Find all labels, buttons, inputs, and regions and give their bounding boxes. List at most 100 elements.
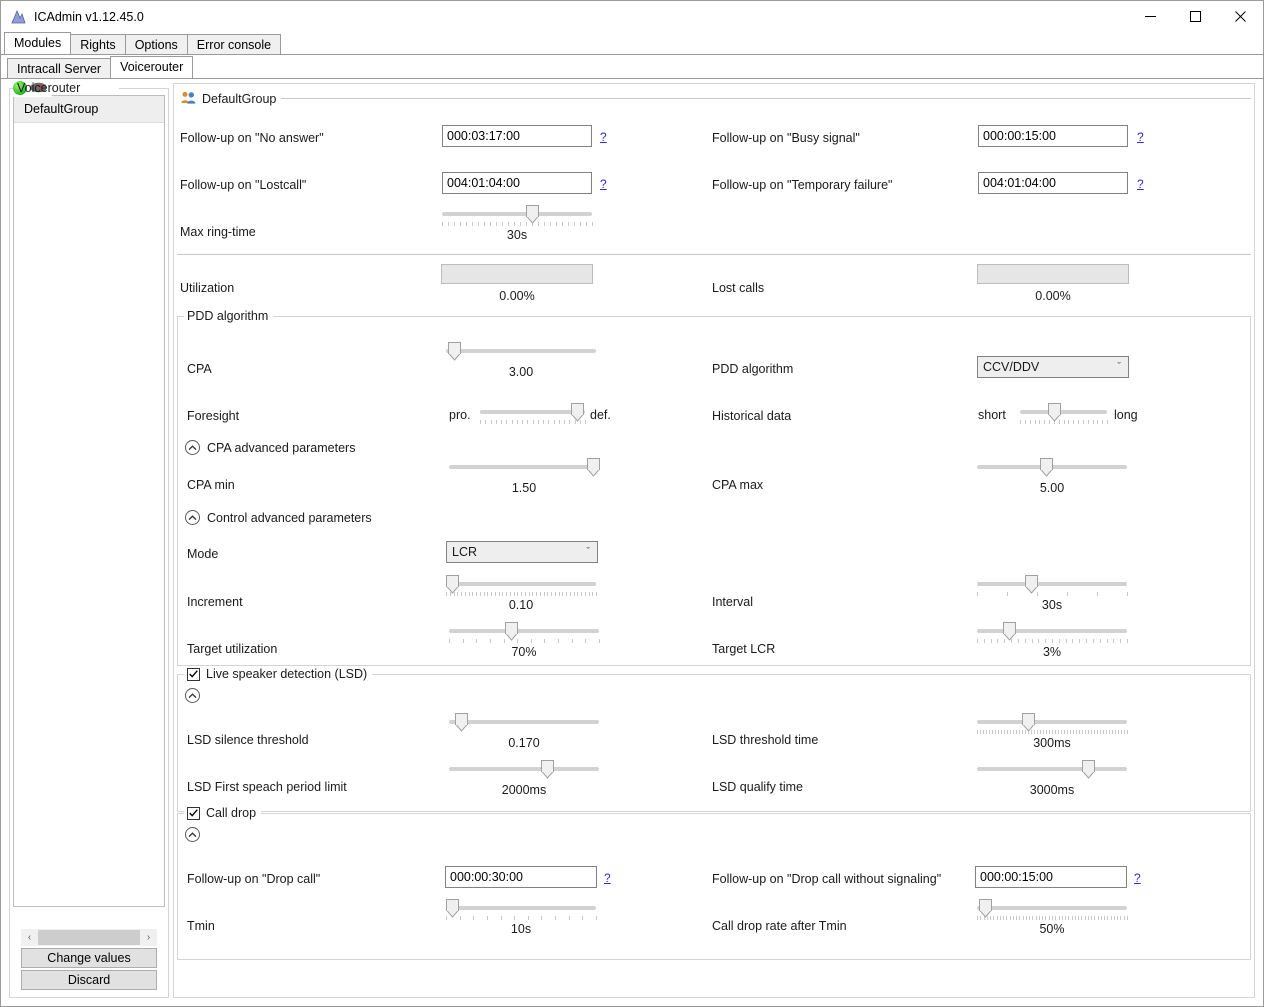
lostcall-help-link[interactable]: ? [600,177,607,191]
call-drop-checkbox[interactable] [187,806,200,820]
slider-track [977,906,1127,910]
target-lcr-label: Target LCR [712,642,776,656]
cpa-advanced-expander[interactable]: CPA advanced parameters [185,440,355,455]
slider-thumb[interactable] [455,713,468,732]
slider-thumb[interactable] [1025,575,1038,594]
temp-failure-input[interactable]: 004:01:04:00 [978,172,1128,194]
chevron-up-icon[interactable] [185,827,200,842]
slider-thumb[interactable] [1047,403,1061,422]
group-list[interactable]: DefaultGroup [13,95,165,907]
slider-track [977,767,1127,771]
tab-modules[interactable]: Modules [4,32,72,54]
interval-label: Interval [712,595,753,609]
slider-thumb[interactable] [978,899,992,918]
slider-thumb[interactable] [1082,760,1095,779]
foresight-slider[interactable] [480,400,586,436]
target-lcr-value: 3% [1042,645,1062,659]
scroll-left-arrow-icon[interactable]: ‹ [21,929,38,946]
lostcall-input[interactable]: 004:01:04:00 [442,172,592,194]
drop-call-nosig-help-link[interactable]: ? [1134,871,1141,885]
no-answer-help-link[interactable]: ? [600,130,607,144]
slider-thumb[interactable] [446,899,459,918]
lsd-threshold-time-value: 300ms [1033,736,1071,750]
cpa-slider[interactable]: 3.00 [446,339,596,379]
slider-ticks [480,420,586,425]
cpa-min-label: CPA min [187,478,235,492]
control-advanced-expander[interactable]: Control advanced parameters [185,510,372,525]
lsd-silence-threshold-slider[interactable]: 0.170 [449,710,599,750]
minimize-button[interactable] [1128,2,1173,32]
lsd-qualify-time-slider[interactable]: 3000ms [977,757,1127,797]
cpa-max-slider[interactable]: 5.00 [977,455,1127,495]
slider-ticks [977,916,1128,921]
mode-value: LCR [452,545,478,559]
list-item[interactable]: DefaultGroup [14,96,164,123]
tab-voicerouter[interactable]: Voicerouter [110,56,194,78]
call-drop-expander[interactable] [185,827,200,842]
foresight-left-label: pro. [449,408,471,422]
drop-call-help-link[interactable]: ? [604,871,611,885]
slider-track [446,906,596,910]
lsd-threshold-time-slider[interactable]: 300ms [977,710,1128,750]
lsd-qualify-time-value: 3000ms [1029,783,1075,797]
chevron-up-icon[interactable] [185,510,200,525]
historical-data-slider[interactable] [1020,400,1108,436]
tab-intracall-server[interactable]: Intracall Server [7,58,112,78]
cpa-min-slider[interactable]: 1.50 [449,455,600,495]
scroll-right-arrow-icon[interactable]: › [140,929,157,946]
drop-call-input[interactable]: 000:00:30:00 [445,866,597,888]
scrollbar-thumb[interactable] [38,930,140,945]
change-values-button[interactable]: Change values [21,948,157,968]
target-lcr-slider[interactable]: 3% [977,619,1128,659]
cpa-min-value: 1.50 [511,481,537,495]
drop-call-nosig-input[interactable]: 000:00:15:00 [975,866,1127,888]
lostcall-label: Follow-up on "Lostcall" [180,178,307,192]
drop-rate-slider[interactable]: 50% [977,896,1128,936]
chevron-up-icon[interactable] [185,688,200,703]
slider-track [449,767,599,771]
tab-error-console[interactable]: Error console [186,34,282,54]
slider-thumb[interactable] [504,622,518,641]
app-logo-icon [10,9,26,25]
tmin-slider[interactable]: 10s [446,896,597,936]
increment-slider[interactable]: 0.10 [446,572,597,612]
tab-options[interactable]: Options [124,34,188,54]
chevron-up-icon[interactable] [185,440,200,455]
default-group-top-rule [270,98,1251,99]
no-answer-label: Follow-up on "No answer" [180,131,324,145]
slider-ticks [446,359,596,364]
target-utilization-slider[interactable]: 70% [449,619,600,659]
control-advanced-label: Control advanced parameters [207,510,372,525]
lsd-first-speech-limit-slider[interactable]: 2000ms [449,757,599,797]
discard-button[interactable]: Discard [21,970,157,990]
busy-signal-input[interactable]: 000:00:15:00 [978,125,1128,147]
slider-thumb[interactable] [1040,458,1053,477]
slider-thumb[interactable] [446,575,459,594]
slider-thumb[interactable] [570,403,584,422]
application-window: ICAdmin v1.12.45.0 Modules Rights Option… [0,0,1264,1007]
slider-track [977,629,1127,633]
default-group-legend-label: DefaultGroup [202,92,277,106]
lsd-checkbox[interactable] [187,667,200,681]
lsd-first-speech-limit-label: LSD First speach period limit [187,780,347,794]
lsd-expander[interactable] [185,688,200,703]
busy-signal-help-link[interactable]: ? [1137,130,1144,144]
no-answer-input[interactable]: 000:03:17:00 [442,125,592,147]
mode-select[interactable]: LCR ˇ [446,541,598,563]
slider-ticks [977,777,1127,782]
slider-thumb[interactable] [1002,622,1016,641]
slider-thumb[interactable] [1022,713,1035,732]
max-ring-time-slider[interactable]: 30s [442,202,593,242]
close-button[interactable] [1218,2,1263,32]
slider-thumb[interactable] [540,760,554,779]
slider-ticks [446,592,597,597]
tab-rights[interactable]: Rights [70,34,126,54]
horizontal-scrollbar[interactable]: ‹ › [21,929,157,946]
pdd-algorithm-select[interactable]: CCV/DDV ˇ [977,356,1129,378]
interval-slider[interactable]: 30s [977,572,1128,612]
slider-thumb[interactable] [587,458,600,477]
temp-failure-help-link[interactable]: ? [1137,177,1144,191]
maximize-button[interactable] [1173,2,1218,32]
slider-thumb[interactable] [526,205,539,224]
slider-thumb[interactable] [447,342,461,361]
